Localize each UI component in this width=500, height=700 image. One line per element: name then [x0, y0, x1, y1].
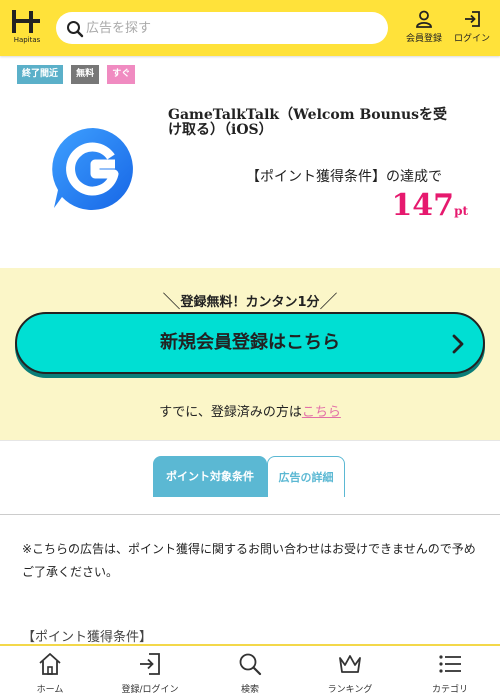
member-register-label: 会員登録	[405, 34, 442, 44]
login-button[interactable]: ログイン	[450, 8, 494, 48]
point-conditions-heading: 【ポイント獲得条件】	[22, 630, 153, 645]
points-value: 147pt	[391, 188, 468, 223]
offer-title: GameTalkTalk（Welcom Bounusを受け取る）（iOS）	[168, 107, 448, 138]
chevron-right-icon	[452, 334, 464, 354]
search-icon	[67, 21, 84, 38]
nav-search-label: 検索	[240, 685, 259, 695]
already-registered-text: すでに、登録済みの方はこちら	[0, 401, 500, 420]
badge-ending-soon: 終了間近	[17, 65, 64, 84]
nav-register-login-label: 登録/ログイン	[121, 685, 179, 695]
crown-icon	[339, 655, 361, 673]
offer-detail-page: Hapitas 会員登録 ログイン 終了間近	[0, 0, 500, 700]
search-icon	[239, 653, 262, 676]
badge-instant: すぐ	[107, 65, 136, 84]
hapitas-logo[interactable]: Hapitas	[10, 8, 44, 46]
nav-category-label: カテゴリ	[431, 685, 468, 695]
catch-slash-right: ／	[319, 292, 338, 313]
inquiry-notice: ※こちらの広告は、ポイント獲得に関するお問い合わせはお受けできませんので予めご了…	[22, 542, 476, 579]
app-header: Hapitas 会員登録 ログイン	[0, 0, 500, 56]
gametalktalk-app-icon	[52, 128, 133, 210]
search-input[interactable]	[86, 12, 376, 44]
nav-category[interactable]: カテゴリ	[400, 652, 500, 700]
points-unit: pt	[454, 204, 468, 218]
bottom-navigation: ホーム 登録/ログイン 検索 ランキング カテゴリ	[0, 644, 500, 700]
login-icon	[140, 653, 160, 675]
tab-point-conditions[interactable]: ポイント対象条件	[153, 456, 267, 497]
badge-free: 無料	[71, 65, 100, 84]
section-divider	[0, 440, 500, 441]
points-condition-text: 【ポイント獲得条件】の達成で	[246, 169, 442, 185]
login-here-link[interactable]: こちら	[302, 405, 341, 420]
catch-slash-left: ＼	[162, 292, 181, 313]
nav-home[interactable]: ホーム	[0, 652, 100, 700]
logo-text: Hapitas	[13, 36, 41, 44]
nav-ranking[interactable]: ランキング	[300, 652, 400, 700]
logo-mark-icon	[12, 10, 40, 33]
home-icon	[39, 653, 61, 675]
search-box[interactable]	[56, 12, 388, 44]
already-registered-label: すでに、登録済みの方は	[159, 405, 302, 420]
nav-search[interactable]: 検索	[200, 652, 300, 700]
tabs-underline	[0, 514, 500, 515]
register-catchphrase: ＼登録無料！カンタン1分／	[0, 288, 500, 314]
member-register-button[interactable]: 会員登録	[402, 8, 446, 48]
user-icon	[416, 10, 432, 28]
list-icon	[439, 655, 461, 673]
new-member-register-button[interactable]: 新規会員登録はこちら	[15, 312, 485, 374]
login-label: ログイン	[453, 34, 490, 44]
register-button-label: 新規会員登録はこちら	[160, 332, 340, 353]
offer-badges: 終了間近 無料 すぐ	[17, 65, 138, 85]
register-section: ＼登録無料！カンタン1分／ 新規会員登録はこちら すでに、登録済みの方はこちら	[0, 268, 500, 440]
nav-ranking-label: ランキング	[327, 685, 373, 695]
nav-register-login[interactable]: 登録/ログイン	[100, 652, 200, 700]
login-icon	[465, 11, 480, 27]
catch-text: 登録無料！カンタン1分	[180, 295, 320, 310]
tab-ad-details[interactable]: 広告の詳細	[267, 456, 345, 497]
points-number: 147	[391, 188, 455, 223]
nav-home-label: ホーム	[36, 685, 64, 695]
